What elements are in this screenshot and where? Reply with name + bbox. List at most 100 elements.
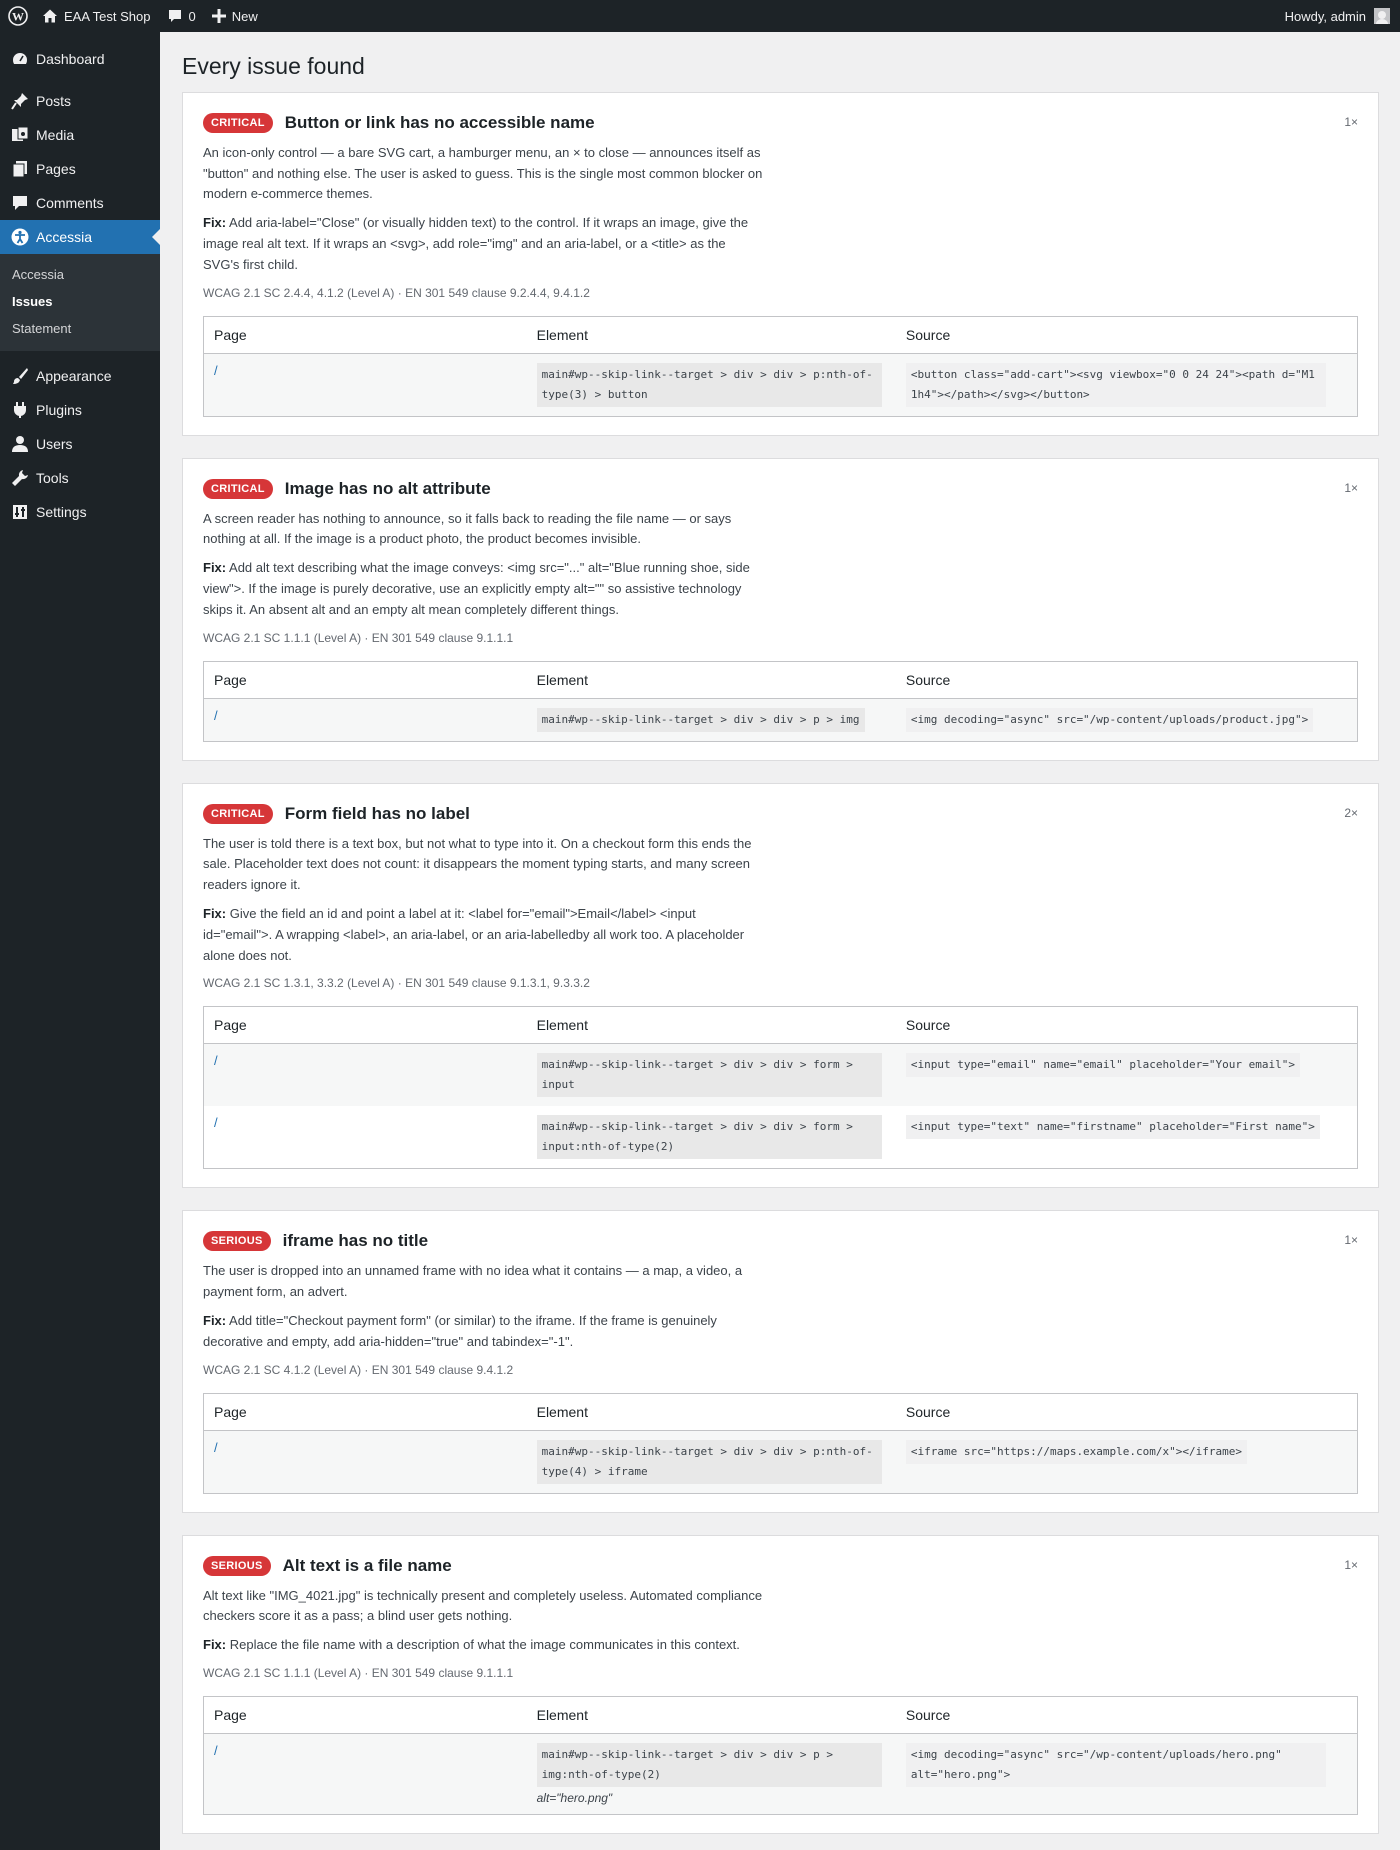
submenu-item-accessia[interactable]: Accessia xyxy=(0,261,160,288)
page-link[interactable]: / xyxy=(203,1733,527,1815)
element-selector: main#wp--skip-link--target > div > div >… xyxy=(536,1439,882,1484)
occurrences-table: Page Element Source / main#wp--skip-link… xyxy=(203,1392,1358,1494)
sidebar-item-users[interactable]: Users xyxy=(0,427,160,461)
source-cell: <input type="email" name="email" placeho… xyxy=(895,1043,1358,1107)
fix-label: Fix: xyxy=(203,560,227,576)
sidebar-label: Posts xyxy=(36,93,72,109)
sidebar-item-comments[interactable]: Comments xyxy=(0,186,160,220)
sidebar-label: Users xyxy=(36,436,73,452)
occurrence-count: 1× xyxy=(1344,114,1358,129)
source-snippet: <button class="add-cart"><svg viewbox="0… xyxy=(905,362,1326,407)
comments-link[interactable]: 0 xyxy=(159,0,204,32)
issue-description: The user is told there is a text box, bu… xyxy=(203,835,752,893)
site-name: EAA Test Shop xyxy=(64,8,151,24)
issue-card: CRITICAL Image has no alt attribute 1× A… xyxy=(182,457,1379,761)
column-header-element: Element xyxy=(526,1696,896,1735)
media-icon xyxy=(10,125,30,145)
column-header-source: Source xyxy=(895,1696,1358,1735)
issue-fix: Fix: Add title="Checkout payment form" (… xyxy=(203,1311,763,1353)
wcag-reference: WCAG 2.1 SC 2.4.4, 4.1.2 (Level A) · EN … xyxy=(203,285,590,300)
source-cell: <img decoding="async" src="/wp-content/u… xyxy=(895,1733,1358,1815)
site-name-link[interactable]: EAA Test Shop xyxy=(34,0,159,32)
table-header-row: Page Element Source xyxy=(203,1696,1358,1735)
issue-title: Image has no alt attribute xyxy=(284,478,491,498)
sidebar-item-appearance[interactable]: Appearance xyxy=(0,359,160,393)
occurrence-count: 1× xyxy=(1344,480,1358,495)
severity-badge: CRITICAL xyxy=(203,478,273,499)
fix-text: Give the field an id and point a label a… xyxy=(203,906,745,963)
issue-card: SERIOUS iframe has no title 1× The user … xyxy=(182,1210,1379,1513)
table-row: / main#wp--skip-link--target > div > div… xyxy=(203,1043,1358,1107)
source-cell: <img decoding="async" src="/wp-content/u… xyxy=(895,698,1358,742)
source-snippet: <img decoding="async" src="/wp-content/u… xyxy=(905,1743,1326,1788)
page-link[interactable]: / xyxy=(203,1043,527,1107)
svg-text:W: W xyxy=(12,10,24,24)
sidebar-item-tools[interactable]: Tools xyxy=(0,461,160,495)
sidebar-item-settings[interactable]: Settings xyxy=(0,495,160,529)
main-content: Every issue found CRITICAL Button or lin… xyxy=(182,32,1379,1850)
submenu-item-statement[interactable]: Statement xyxy=(0,315,160,342)
page-link[interactable]: / xyxy=(203,353,527,417)
issue-card: CRITICAL Button or link has no accessibl… xyxy=(182,91,1379,436)
sidebar-label: Settings xyxy=(36,504,87,520)
sidebar-item-posts[interactable]: Posts xyxy=(0,84,160,118)
issue-description: Alt text like "IMG_4021.jpg" is technica… xyxy=(203,1587,763,1624)
issue-description: An icon-only control — a bare SVG cart, … xyxy=(203,144,763,202)
wcag-reference: WCAG 2.1 SC 1.3.1, 3.3.2 (Level A) · EN … xyxy=(203,976,590,991)
page-title: Every issue found xyxy=(182,53,365,79)
new-content-link[interactable]: New xyxy=(204,0,266,32)
sidebar-label: Media xyxy=(36,127,75,143)
page-link[interactable]: / xyxy=(203,1430,527,1494)
fix-label: Fix: xyxy=(203,1313,227,1329)
occurrences-table: Page Element Source / main#wp--skip-link… xyxy=(203,660,1358,742)
column-header-page: Page xyxy=(203,1696,527,1735)
fix-text: Add aria-label="Close" (or visually hidd… xyxy=(203,215,749,272)
accessia-submenu: Accessia Issues Statement xyxy=(0,254,160,351)
table-header-row: Page Element Source xyxy=(203,1006,1358,1045)
table-header-row: Page Element Source xyxy=(203,661,1358,699)
plus-icon xyxy=(211,9,226,23)
element-cell: main#wp--skip-link--target > div > div >… xyxy=(526,353,896,417)
issue-fix: Fix: Give the field an id and point a la… xyxy=(203,904,763,966)
admin-bar: W EAA Test Shop 0 New Howdy, admin xyxy=(0,0,1400,32)
severity-badge: SERIOUS xyxy=(203,1555,271,1576)
occurrences-table: Page Element Source / main#wp--skip-link… xyxy=(203,1006,1358,1170)
sidebar-label: Dashboard xyxy=(36,51,105,67)
occurrence-count: 2× xyxy=(1344,805,1358,820)
column-header-source: Source xyxy=(895,661,1358,699)
issue-fix: Fix: Add aria-label="Close" (or visually… xyxy=(203,213,763,275)
issue-title: iframe has no title xyxy=(282,1231,429,1251)
sidebar-item-media[interactable]: Media xyxy=(0,118,160,152)
page-link[interactable]: / xyxy=(204,1106,527,1169)
source-snippet: <input type="email" name="email" placeho… xyxy=(905,1053,1300,1078)
fix-label: Fix: xyxy=(203,215,227,231)
wcag-reference: WCAG 2.1 SC 1.1.1 (Level A) · EN 301 549… xyxy=(203,1666,514,1681)
table-row: / main#wp--skip-link--target > div > div… xyxy=(203,1430,1358,1494)
wcag-reference: WCAG 2.1 SC 4.1.2 (Level A) · EN 301 549… xyxy=(203,1362,514,1377)
issue-description: The user is dropped into an unnamed fram… xyxy=(203,1263,743,1300)
sidebar-item-dashboard[interactable]: Dashboard xyxy=(0,42,160,76)
page-link[interactable]: / xyxy=(203,698,527,742)
sidebar-item-plugins[interactable]: Plugins xyxy=(0,393,160,427)
sidebar-item-accessia[interactable]: Accessia xyxy=(0,220,160,254)
severity-badge: CRITICAL xyxy=(203,803,273,824)
issue-title: Button or link has no accessible name xyxy=(284,112,595,132)
element-cell: main#wp--skip-link--target > div > div >… xyxy=(527,1106,896,1169)
comment-icon xyxy=(167,8,183,24)
issue-header: CRITICAL Button or link has no accessibl… xyxy=(203,112,1358,133)
sidebar-label: Accessia xyxy=(36,229,93,245)
table-row: / main#wp--skip-link--target > div > div… xyxy=(203,353,1358,417)
sidebar-item-pages[interactable]: Pages xyxy=(0,152,160,186)
account-menu[interactable]: Howdy, admin xyxy=(1277,0,1400,32)
fix-text: Replace the file name with a description… xyxy=(229,1637,740,1653)
element-cell: main#wp--skip-link--target > div > div >… xyxy=(526,1043,896,1107)
source-snippet: <input type="text" name="firstname" plac… xyxy=(905,1115,1320,1140)
submenu-item-issues[interactable]: Issues xyxy=(0,288,160,315)
avatar xyxy=(1374,8,1390,24)
column-header-source: Source xyxy=(895,316,1358,354)
table-header-row: Page Element Source xyxy=(203,316,1358,354)
wcag-reference: WCAG 2.1 SC 1.1.1 (Level A) · EN 301 549… xyxy=(203,630,514,645)
wordpress-logo-icon[interactable]: W xyxy=(2,0,34,32)
issue-card: SERIOUS Alt text is a file name 1× Alt t… xyxy=(182,1534,1379,1835)
column-header-page: Page xyxy=(203,1006,527,1045)
